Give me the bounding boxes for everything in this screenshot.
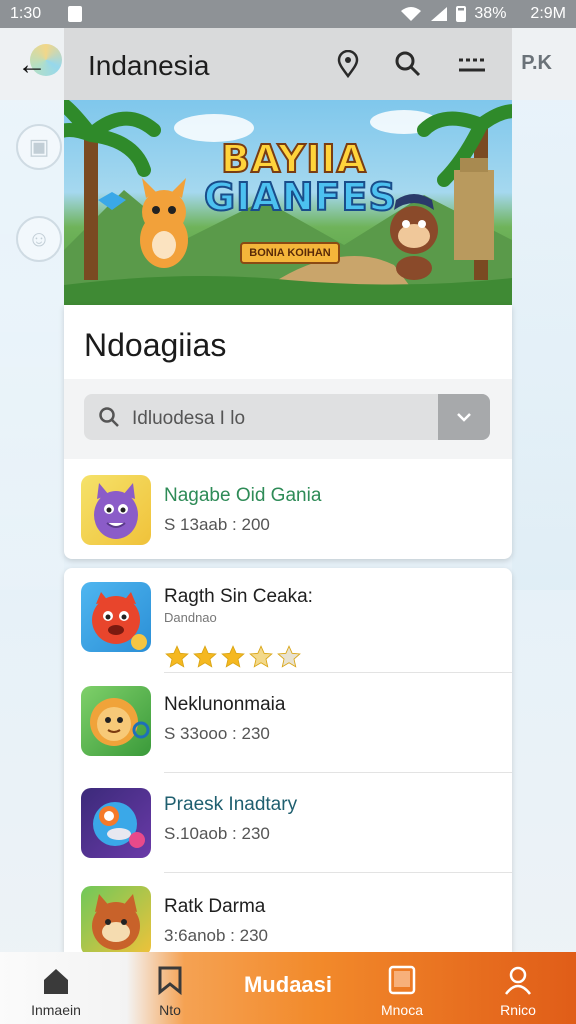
- divider: [164, 772, 512, 773]
- bottom-nav: Inmaein Nto Mudaasi Mnoca Rnico: [0, 952, 576, 1024]
- status-bar: 1:30 38% 2:9M: [0, 0, 576, 28]
- nav-label-profile: Rnico: [500, 1002, 536, 1018]
- list-item[interactable]: Praesk Inadtary S.10aob : 230: [64, 788, 512, 884]
- rating-stars: [164, 644, 302, 670]
- banner-title: BAYIIA GIANFES: [203, 137, 397, 219]
- game-name[interactable]: Neklunonmaia: [164, 694, 285, 716]
- featured-game-meta: S 13aab : 200: [164, 515, 270, 534]
- hero-banner[interactable]: BAYIIA GIANFES BONIA KOIHAN: [64, 100, 512, 305]
- page-title: Indanesia: [88, 50, 210, 81]
- location-pin-icon[interactable]: [332, 48, 364, 80]
- star-icon: [277, 645, 301, 668]
- robot-fish-icon: [81, 788, 151, 858]
- game-name[interactable]: Praesk Inadtary: [164, 794, 297, 816]
- app-bar: ← Indanesia P.K: [0, 28, 576, 100]
- game-list-card: Ragth Sin Ceaka: Dandnao Neklunonmaia S …: [64, 568, 512, 952]
- list-item[interactable]: Ragth Sin Ceaka: Dandnao: [64, 582, 512, 678]
- back-arrow-icon[interactable]: ←: [12, 48, 52, 82]
- menu-icon[interactable]: [456, 48, 488, 80]
- fox-character-icon: [81, 886, 151, 952]
- star-icon: [193, 645, 217, 668]
- game-name[interactable]: Ragth Sin Ceaka:: [164, 586, 313, 608]
- notification-icon: [68, 6, 82, 22]
- divider: [164, 672, 512, 673]
- star-icon: [221, 645, 245, 668]
- status-time: 1:30: [10, 5, 42, 22]
- side-panel-right: [512, 100, 576, 590]
- purple-creature-icon: [81, 475, 151, 545]
- featured-game-row[interactable]: Nagabe Oid Gania S 13aab : 200: [64, 475, 512, 571]
- right-tag-label[interactable]: P.K: [521, 52, 552, 75]
- star-icon: [249, 645, 273, 668]
- game-meta: S.10aob : 230: [164, 824, 270, 843]
- search-field[interactable]: Idluodesa I lo: [84, 394, 490, 440]
- ghost-chest-icon: ▣: [16, 124, 62, 170]
- game-subtitle: Dandnao: [164, 610, 217, 625]
- divider: [164, 872, 512, 873]
- banner-title-line2: GIANFES: [203, 175, 397, 219]
- nav-item-profile[interactable]: Rnico: [470, 952, 566, 1024]
- nav-item-home[interactable]: Inmaein: [8, 952, 104, 1024]
- games-section-card: Ndoagiias Idluodesa I lo Nagabe Oid Gani…: [64, 305, 512, 559]
- red-creature-icon: [81, 582, 151, 652]
- section-title: Ndoagiias: [84, 327, 227, 363]
- nav-label-saved: Nto: [159, 1002, 181, 1018]
- tablet-icon: [388, 965, 416, 995]
- search-band: Idluodesa I lo: [64, 379, 512, 459]
- game-meta: 3:6anob : 230: [164, 926, 268, 945]
- search-field-icon: [99, 407, 119, 427]
- signal-icon: [431, 7, 448, 21]
- nav-label-tablet: Mnoca: [380, 1002, 424, 1018]
- star-icon: [165, 645, 189, 668]
- banner-title-line1: BAYIIA: [220, 137, 367, 181]
- home-icon: [44, 969, 68, 994]
- ghost-face-icon: ☺: [16, 216, 62, 262]
- wifi-icon: [401, 7, 422, 21]
- search-input[interactable]: Idluodesa I lo: [132, 408, 245, 430]
- side-panel-left: [0, 100, 64, 590]
- battery-icon: [456, 6, 467, 22]
- battery-percent: 38%: [474, 5, 507, 22]
- game-meta: S 33ooo : 230: [164, 724, 270, 743]
- status-clock: 2:9M: [530, 5, 566, 22]
- game-name[interactable]: Ratk Darma: [164, 896, 265, 918]
- nav-center-label[interactable]: Mudaasi: [228, 972, 348, 998]
- search-icon[interactable]: [392, 48, 424, 80]
- banner-subtitle: BONIA KOIHAN: [240, 242, 340, 264]
- lion-cub-icon: [81, 686, 151, 756]
- nav-item-tablet[interactable]: Mnoca: [354, 952, 450, 1024]
- nav-label-home: Inmaein: [31, 1002, 81, 1018]
- list-item[interactable]: Ratk Darma 3:6anob : 230: [64, 886, 512, 952]
- chevron-down-icon[interactable]: [438, 394, 490, 440]
- person-icon: [505, 966, 531, 995]
- list-item[interactable]: Neklunonmaia S 33ooo : 230: [64, 686, 512, 782]
- bookmark-icon: [158, 966, 182, 996]
- nav-item-saved[interactable]: Nto: [122, 952, 218, 1024]
- featured-game-name[interactable]: Nagabe Oid Gania: [164, 485, 321, 507]
